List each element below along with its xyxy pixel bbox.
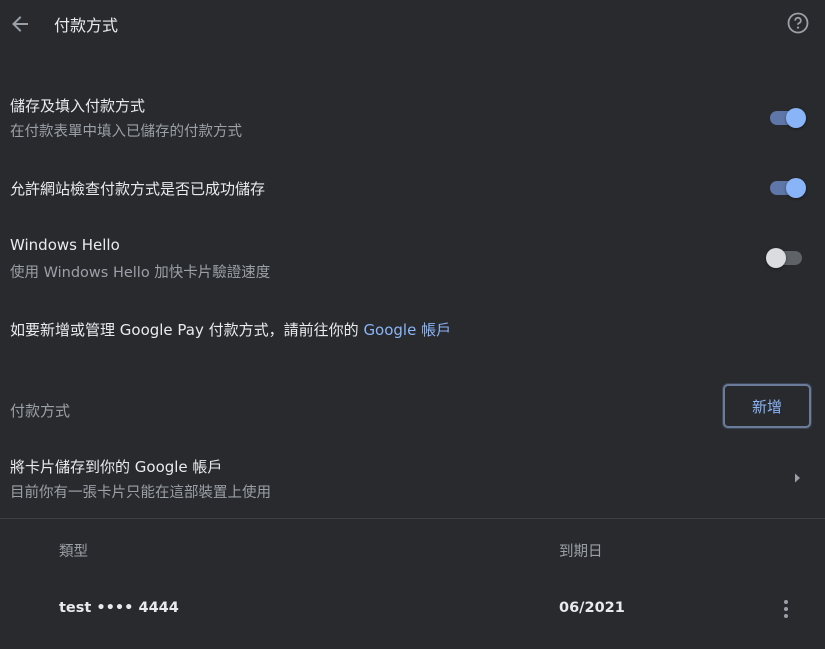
more-actions-button[interactable] [776,598,796,620]
toggle-allow-check-payment[interactable] [768,178,808,198]
setting-windows-hello: Windows Hello 使用 Windows Hello 加快卡片驗證速度 [0,235,825,287]
google-pay-text-row: 如要新增或管理 Google Pay 付款方式，請前往你的 Google 帳戶 [10,319,451,340]
setting-allow-check-payment: 允許網站檢查付款方式是否已成功儲存 [0,176,825,200]
page-title: 付款方式 [54,16,119,35]
page-header: 付款方式 [0,0,825,48]
setting-title: 允許網站檢查付款方式是否已成功儲存 [10,180,266,198]
toggle-save-fill-payment[interactable] [768,108,808,128]
toggle-knob [766,248,786,268]
column-header-type: 類型 [59,544,88,560]
setting-save-fill-payment: 儲存及填入付款方式 在付款表單中填入已儲存的付款方式 [0,94,825,146]
help-button[interactable] [787,12,809,34]
save-card-subtitle: 目前你有一張卡片只能在這部裝置上使用 [10,485,271,501]
chevron-right-icon[interactable] [790,470,804,486]
add-payment-button[interactable]: 新增 [723,384,811,428]
back-button[interactable] [6,10,34,38]
setting-subtitle: 使用 Windows Hello 加快卡片驗證速度 [10,265,271,281]
toggle-knob [786,108,806,128]
save-card-title: 將卡片儲存到你的 Google 帳戶 [10,458,223,476]
google-account-link[interactable]: Google 帳戶 [363,321,451,339]
card-type: test •••• 4444 [59,600,179,616]
setting-title: 儲存及填入付款方式 [10,97,146,115]
payment-methods-label: 付款方式 [10,402,71,420]
more-vert-icon [784,600,788,618]
google-pay-info: 如要新增或管理 Google Pay 付款方式，請前往你的 Google 帳戶 [0,318,825,342]
toggle-windows-hello[interactable] [766,248,806,268]
help-circle-icon [787,12,809,34]
setting-subtitle: 在付款表單中填入已儲存的付款方式 [10,124,242,140]
save-card-to-account[interactable]: 將卡片儲存到你的 Google 帳戶 目前你有一張卡片只能在這部裝置上使用 [0,455,825,505]
column-header-expiry: 到期日 [559,544,603,560]
card-expiry: 06/2021 [559,600,625,616]
toggle-knob [786,178,806,198]
setting-title: Windows Hello [10,236,120,254]
google-pay-text: 如要新增或管理 Google Pay 付款方式，請前往你的 [10,321,359,339]
divider [0,518,825,519]
arrow-back-icon [12,16,28,32]
